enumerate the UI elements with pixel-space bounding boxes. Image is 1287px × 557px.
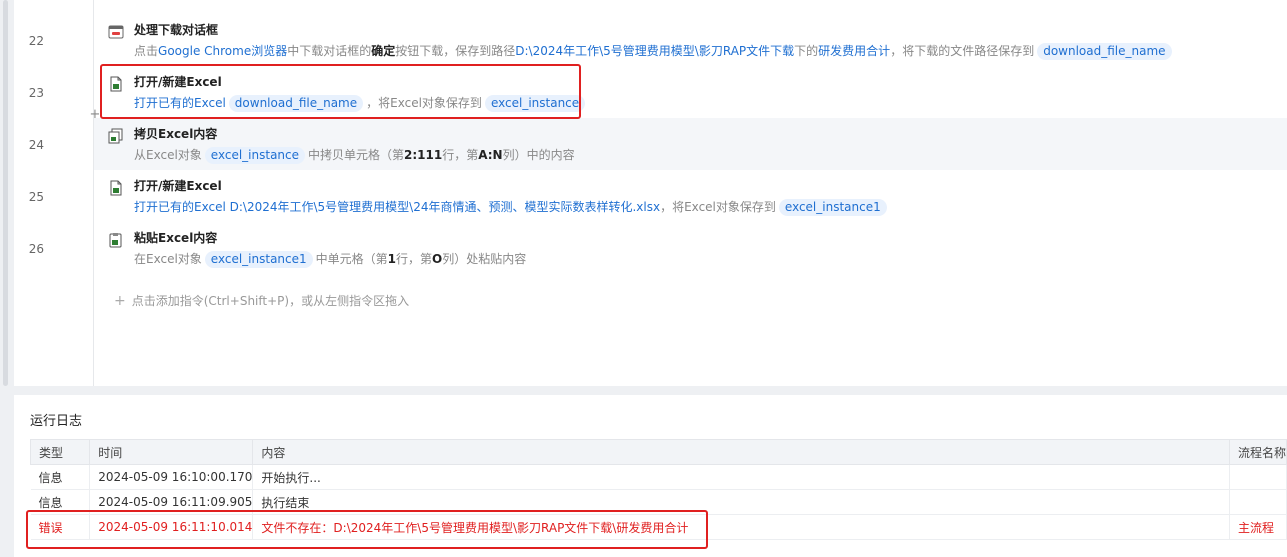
error-highlight-box (26, 510, 708, 549)
line-number: 23 (28, 86, 44, 100)
log-content: 开始执行... (252, 464, 1230, 490)
step-title: 拷贝Excel内容 (134, 127, 218, 141)
header-flow[interactable]: 流程名称 (1228, 439, 1287, 465)
log-title: 运行日志 (30, 414, 83, 429)
variable-chip[interactable]: excel_instance (204, 147, 306, 164)
variable-chip[interactable]: excel_instance1 (204, 251, 313, 268)
run-log-panel: 运行日志 类型 时间 内容 流程名称 信息 2024-05-09 16:10:0… (14, 395, 1287, 557)
add-command-hint[interactable]: + 点击添加指令(Ctrl+Shift+P)，或从左侧指令区拖入 (114, 292, 409, 309)
scrollbar[interactable] (3, 0, 8, 386)
download-dialog-icon (108, 25, 124, 39)
log-header-row: 类型 时间 内容 流程名称 (29, 439, 1287, 465)
variable-chip[interactable]: download_file_name (1037, 43, 1172, 60)
plus-icon: + (114, 293, 126, 309)
excel-copy-icon (108, 128, 123, 144)
line-number: 24 (28, 138, 44, 152)
table-row[interactable]: 信息 2024-05-09 16:10:00.170 开始执行... (30, 464, 1287, 490)
header-content[interactable]: 内容 (252, 439, 1230, 465)
step-description: 从Excel对象 excel_instance 中拷贝单元格（第2:111行，第A:… (134, 147, 575, 164)
excel-paste-icon (109, 233, 122, 248)
line-number: 25 (28, 190, 44, 204)
highlight-box (100, 64, 581, 119)
log-flow (1229, 489, 1287, 515)
step-title: 粘贴Excel内容 (134, 231, 218, 245)
header-time[interactable]: 时间 (89, 439, 254, 465)
step-description: 点击Google Chrome浏览器中下载对话框的确定按钮下载，保存到路径D:\… (134, 42, 1175, 60)
log-flow: 主流程 (1229, 514, 1287, 540)
excel-file-icon (110, 180, 122, 196)
flow-editor: 22 23 24 25 26 + 处理下载对话框 点击Google Chrome… (14, 0, 1287, 386)
left-scroll-strip (0, 0, 14, 557)
step-description: 打开已有的Excel D:\2024年工作\5号管理费用模型\24年商情通、预测… (134, 198, 890, 216)
line-gutter: 22 23 24 25 26 (14, 0, 94, 386)
line-number: 22 (28, 34, 44, 48)
log-flow (1229, 464, 1287, 490)
log-type: 信息 (30, 464, 91, 490)
step-title: 打开/新建Excel (134, 179, 222, 193)
step-title: 处理下载对话框 (134, 23, 219, 37)
line-number: 26 (28, 242, 44, 256)
step-description: 在Excel对象 excel_instance1 中单元格（第1行，第O列）处粘贴内… (134, 251, 527, 268)
header-type[interactable]: 类型 (29, 439, 91, 465)
log-time: 2024-05-09 16:10:00.170 (89, 464, 254, 490)
variable-chip[interactable]: excel_instance1 (778, 199, 887, 216)
